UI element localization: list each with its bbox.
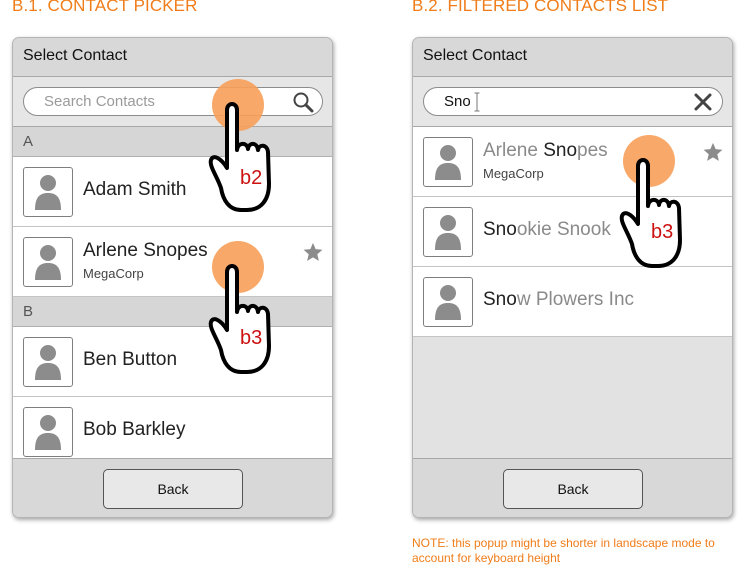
popup-title: Select Contact [23,47,128,64]
star-icon[interactable] [302,241,324,263]
touch-label-b2: b2 [240,167,262,189]
contact-name: Bob Barkley [83,419,186,440]
popup-header: Select Contact [13,38,332,77]
tap-gesture-icon: b3 [208,241,271,374]
section-letter: B [23,303,34,320]
name-rest: okie Snook [516,219,611,240]
back-button[interactable]: Back [103,469,243,509]
contact-name: Arlene Snopes [483,140,608,162]
name-prefix: Arlene [483,140,544,161]
touch-label-b3: b3 [651,221,673,243]
contact-name: Ben Button [83,349,178,370]
contact-name: Snookie Snook [483,219,611,241]
person-silhouette-icon [435,285,461,320]
name-rest: w Plowers Inc [516,289,635,310]
person-silhouette-icon [435,145,461,180]
contact-company: MegaCorp [483,166,544,181]
landscape-note: NOTE: this popup might be shorter in lan… [412,536,715,565]
section-letter: A [23,133,34,150]
avatar [423,207,473,257]
search-bar [413,77,732,127]
section-title-contact-picker: B.1. CONTACT PICKER [12,0,198,15]
person-silhouette-icon [435,215,461,250]
tap-gesture-icon: b3 [619,135,682,268]
avatar [23,337,73,387]
close-x-icon[interactable] [693,92,713,112]
person-silhouette-icon [35,345,61,380]
popup-title: Select Contact [423,47,528,64]
avatar [23,237,73,287]
contact-row-bob-barkley[interactable]: Bob Barkley [13,397,332,458]
avatar [23,407,73,457]
name-match: Sno [543,140,578,161]
name-match: Sno [483,289,517,310]
avatar [423,137,473,187]
avatar [23,167,73,217]
search-input[interactable] [423,87,723,116]
person-silhouette-icon [35,245,61,280]
person-silhouette-icon [35,175,61,210]
contact-name: Arlene Snopes [83,240,208,261]
contact-company: MegaCorp [83,266,144,281]
back-button[interactable]: Back [503,469,643,509]
contact-name: Snow Plowers Inc [483,289,634,311]
section-title-filtered-contacts: B.2. FILTERED CONTACTS LIST [412,0,669,15]
popup-footer: Back [13,458,332,517]
popup-header: Select Contact [413,38,732,77]
avatar [423,277,473,327]
touch-label-b3: b3 [240,327,262,349]
popup-footer: Back [413,458,732,517]
text-cursor-icon [474,92,480,112]
tap-gesture-icon: b2 [208,79,271,212]
contact-name: Adam Smith [83,179,187,200]
name-rest: pes [577,140,608,161]
person-silhouette-icon [35,415,61,450]
name-match: Sno [483,219,517,240]
